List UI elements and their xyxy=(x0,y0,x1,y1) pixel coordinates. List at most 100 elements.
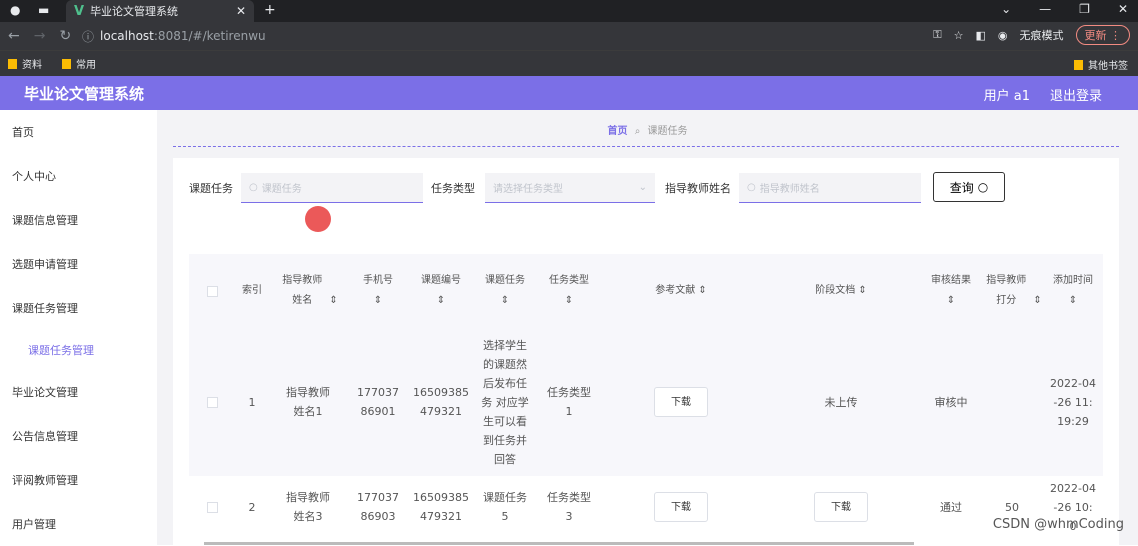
cursor-highlight xyxy=(305,206,331,232)
cell-review: 审核中 xyxy=(934,395,968,409)
chevron-down-icon[interactable]: ⌄ xyxy=(1001,2,1011,16)
address-bar[interactable]: ⓘ localhost :8081/#/ketirenwu xyxy=(82,25,912,47)
col-header: 审核结果 ⇕ xyxy=(931,275,971,306)
col-header-text: 添加时间 xyxy=(1053,275,1093,286)
col-code[interactable]: 课题编号 ⇕ xyxy=(409,254,473,328)
task-label: 课题任务 xyxy=(189,182,233,195)
sidebar-subitem-task-manage[interactable]: 课题任务管理 xyxy=(0,330,157,370)
cell-text: 指导教师姓名3 xyxy=(286,491,330,523)
col-type[interactable]: 任务类型 ⇕ xyxy=(537,254,601,328)
sidebar-item-users[interactable]: 用户管理 xyxy=(0,502,157,546)
col-phone[interactable]: 手机号 ⇕ xyxy=(347,254,409,328)
col-time[interactable]: 添加时间 ⇕ xyxy=(1043,254,1103,328)
col-score[interactable]: 指导教师打分 ⇕ xyxy=(981,254,1043,328)
bookmarks-bar: 资料 常用 其他书签 xyxy=(0,50,1138,76)
col-header: 阶段文档 ⇕ xyxy=(815,285,867,296)
chrome-menu-icon[interactable]: ● xyxy=(10,3,20,17)
cell-text: 16509385479321 xyxy=(413,386,469,418)
folder-icon xyxy=(8,59,17,69)
download-button[interactable]: 下载 xyxy=(654,387,708,417)
sidebar-item-label: 课题信息管理 xyxy=(12,214,78,227)
checkbox[interactable] xyxy=(206,285,218,297)
col-header: 手机号 ⇕ xyxy=(363,275,393,306)
col-review[interactable]: 审核结果 ⇕ xyxy=(921,254,981,328)
col-ref[interactable]: 参考文献 ⇕ xyxy=(601,254,761,328)
restore-icon[interactable]: ❐ xyxy=(1079,2,1090,16)
bookmark-folder-0[interactable]: 资料 xyxy=(8,56,42,71)
col-header-text: 手机号 xyxy=(363,275,393,286)
bookmark-folder-1[interactable]: 常用 xyxy=(62,56,96,71)
col-stage[interactable]: 阶段文档 ⇕ xyxy=(761,254,921,328)
sidebar-item-label: 课题任务管理 xyxy=(28,344,94,357)
col-header-text: 课题编号 xyxy=(421,275,461,286)
sidebar-item-label: 公告信息管理 xyxy=(12,430,78,443)
update-button[interactable]: 更新 ⋮ xyxy=(1075,25,1130,45)
breadcrumb-home[interactable]: 首页 xyxy=(608,126,628,137)
checkbox[interactable] xyxy=(206,501,218,513)
new-tab-button[interactable]: + xyxy=(264,2,276,18)
cell-teacher: 指导教师姓名1 xyxy=(269,328,347,476)
other-bookmarks[interactable]: 其他书签 xyxy=(1074,57,1128,72)
teacher-search-input[interactable]: ○ 指导教师姓名 xyxy=(739,173,921,203)
col-header: 添加时间 ⇕ xyxy=(1053,275,1093,306)
col-task[interactable]: 课题任务 ⇕ xyxy=(473,254,537,328)
star-icon[interactable]: ☆ xyxy=(954,29,964,42)
sidebar-item-label: 课题任务管理 xyxy=(12,302,78,315)
watermark: CSDN @whmCoding xyxy=(992,517,1124,532)
reload-icon[interactable]: ↻ xyxy=(59,28,71,44)
query-button[interactable]: 查询 ○ xyxy=(933,172,1005,202)
col-header: 任务类型 ⇕ xyxy=(549,275,589,306)
search-form: 课题任务 ○ 课题任务 任务类型 请选择任务类型 ⌄ 指导教师姓名 ○ 指导教师… xyxy=(173,172,921,204)
incognito-label: 无痕模式 xyxy=(1019,29,1064,42)
close-window-icon[interactable]: ✕ xyxy=(1118,2,1128,16)
sidebar-item-reviewer[interactable]: 评阅教师管理 xyxy=(0,458,157,502)
cell-ref: 下载 xyxy=(601,328,761,476)
logout-link[interactable]: 退出登录 xyxy=(1050,85,1102,104)
table-header: 索引 指导教师姓名 ⇕ 手机号 ⇕ 课题编号 ⇕ 课题任务 ⇕ 任务类型 ⇕ 参考文献 … xyxy=(189,254,1103,328)
breadcrumb-current: 课题任务 xyxy=(647,126,688,137)
user-box: 用户 a1 退出登录 xyxy=(984,85,1102,104)
sidepanel-icon[interactable]: ◧ xyxy=(975,29,985,42)
sidebar-item-task-manage[interactable]: 课题任务管理 xyxy=(0,286,157,330)
minimize-icon[interactable]: — xyxy=(1039,2,1051,16)
divider xyxy=(173,146,1119,147)
checkbox[interactable] xyxy=(206,396,218,408)
sidebar-item-thesis[interactable]: 毕业论文管理 xyxy=(0,370,157,414)
search-icon: ○ xyxy=(977,180,989,194)
browser-tab[interactable]: V 毕业论文管理系统 ✕ xyxy=(66,0,254,22)
tab-close-icon[interactable]: ✕ xyxy=(236,4,246,18)
chevron-down-icon: ⌄ xyxy=(638,182,647,193)
bookmark-label: 资料 xyxy=(22,60,42,71)
tab-bar: ● ▬ V 毕业论文管理系统 ✕ + ⌄ — ❐ ✕ xyxy=(0,0,1138,22)
row-checkbox[interactable] xyxy=(189,476,235,538)
download-button[interactable]: 下载 xyxy=(654,492,708,522)
back-icon[interactable]: ← xyxy=(8,28,20,44)
tab-search-icon[interactable]: ▬ xyxy=(38,3,49,17)
select-all-checkbox[interactable] xyxy=(189,254,235,328)
cell-text: 16509385479321 xyxy=(413,491,469,523)
sidebar-item-topic-apply[interactable]: 选题申请管理 xyxy=(0,242,157,286)
sidebar-item-label: 选题申请管理 xyxy=(12,258,78,271)
col-header: 指导教师姓名 ⇕ xyxy=(278,271,338,311)
url-path: :8081/#/ketirenwu xyxy=(153,29,266,43)
task-search-input[interactable]: ○ 课题任务 xyxy=(241,173,423,203)
info-icon[interactable]: ⓘ xyxy=(82,28,94,45)
cell-stage: 下载 xyxy=(761,476,921,538)
col-header-text: 审核结果 xyxy=(931,275,971,286)
cell-text: 选择学生的课题然后发布任务 对应学生可以看到任务并回答 xyxy=(481,338,529,466)
teacher-placeholder: 指导教师姓名 xyxy=(759,184,820,195)
cell-phone: 17703786901 xyxy=(347,328,409,476)
key-icon[interactable]: ⚿ xyxy=(933,28,941,42)
download-button[interactable]: 下载 xyxy=(814,492,868,522)
row-checkbox[interactable] xyxy=(189,328,235,476)
forward-icon[interactable]: → xyxy=(34,28,46,44)
sidebar-item-profile[interactable]: 个人中心 xyxy=(0,154,157,198)
sidebar-item-home[interactable]: 首页 xyxy=(0,110,157,154)
type-select[interactable]: 请选择任务类型 ⌄ xyxy=(485,173,655,203)
cell-type: 任务类型3 xyxy=(537,476,601,538)
sidebar-item-notice[interactable]: 公告信息管理 xyxy=(0,414,157,458)
cell-index: 1 xyxy=(248,395,256,409)
col-teacher[interactable]: 指导教师姓名 ⇕ xyxy=(269,254,347,328)
sidebar-item-topic-info[interactable]: 课题信息管理 xyxy=(0,198,157,242)
col-header: 索引 xyxy=(242,285,262,296)
